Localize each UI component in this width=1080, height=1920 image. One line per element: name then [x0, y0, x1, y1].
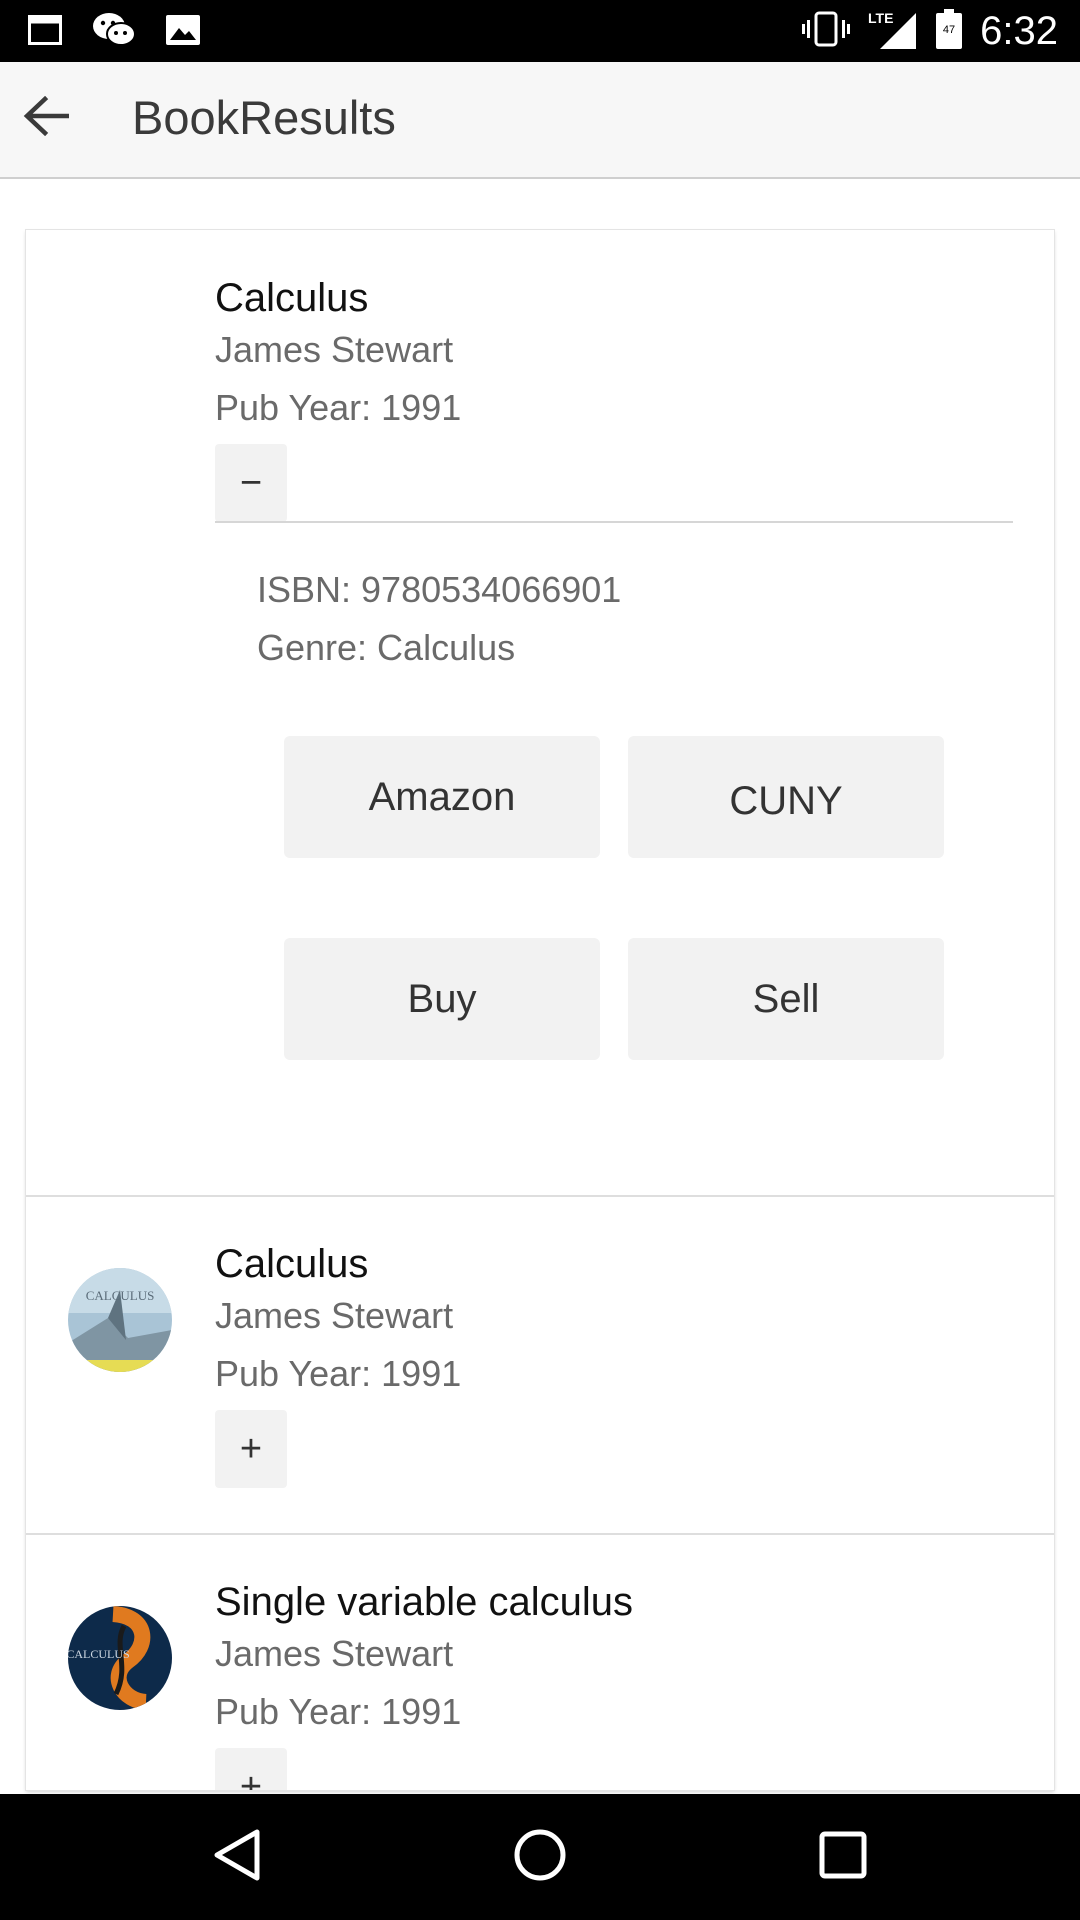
status-bar: LTE 47 6:32 — [0, 0, 1080, 62]
cover-title-text: CALCULUS — [68, 1647, 130, 1661]
book-isbn: ISBN: 9780534066901 — [257, 569, 622, 610]
nav-recents-button[interactable] — [813, 1827, 873, 1887]
list-item[interactable]: CALCULUS Single variable calculus James … — [26, 1535, 1054, 1790]
book-pub-year: Pub Year: 1991 — [215, 1691, 462, 1732]
book-title: Single variable calculus — [215, 1580, 634, 1624]
signal-icon: LTE — [868, 9, 918, 54]
plus-icon: + — [239, 1427, 263, 1470]
status-time: 6:32 — [980, 8, 1058, 53]
back-triangle-icon — [213, 1829, 261, 1886]
nav-home-button[interactable] — [510, 1827, 570, 1887]
divider — [215, 521, 1013, 523]
nav-back-button[interactable] — [207, 1827, 267, 1887]
back-button[interactable] — [16, 88, 76, 148]
plus-icon: + — [239, 1765, 263, 1791]
home-circle-icon — [513, 1828, 567, 1887]
app-bar: BookResults — [0, 62, 1080, 179]
arrow-left-icon — [23, 95, 70, 141]
book-title: Calculus — [215, 1242, 369, 1286]
book-author: James Stewart — [215, 329, 454, 370]
image-icon — [166, 15, 200, 50]
window-icon — [28, 15, 62, 50]
expand-button[interactable]: + — [215, 1748, 287, 1790]
book-author: James Stewart — [215, 1633, 454, 1674]
collapse-button[interactable]: − — [215, 444, 287, 522]
book-pub-year: Pub Year: 1991 — [215, 387, 462, 428]
recents-square-icon — [819, 1831, 867, 1884]
wechat-icon — [92, 12, 136, 53]
minus-icon: − — [239, 461, 263, 504]
navigation-bar — [0, 1794, 1080, 1920]
battery-level-label: 47 — [943, 24, 955, 36]
book-title: Calculus — [215, 276, 369, 320]
list-item[interactable]: Calculus James Stewart Pub Year: 1991 − … — [26, 230, 1054, 1195]
book-pub-year: Pub Year: 1991 — [215, 1353, 462, 1394]
results-list: Calculus James Stewart Pub Year: 1991 − … — [26, 230, 1054, 1790]
battery-icon: 47 — [936, 8, 963, 54]
cuny-button[interactable]: CUNY — [628, 736, 944, 858]
book-cover-thumbnail: CALCULUS — [68, 1606, 172, 1710]
book-cover-thumbnail: CALCULUS — [68, 1268, 172, 1372]
vibrate-icon — [802, 11, 851, 52]
cover-title-text: CALCULUS — [86, 1288, 155, 1303]
book-genre: Genre: Calculus — [257, 627, 516, 668]
buy-button[interactable]: Buy — [284, 938, 600, 1060]
book-author: James Stewart — [215, 1295, 454, 1336]
amazon-button[interactable]: Amazon — [284, 736, 600, 858]
sell-button[interactable]: Sell — [628, 938, 944, 1060]
page-title: BookResults — [132, 91, 396, 144]
network-type-label: LTE — [868, 10, 893, 26]
list-item[interactable]: CALCULUS Calculus James Stewart Pub Year… — [26, 1197, 1054, 1533]
expand-button[interactable]: + — [215, 1410, 287, 1488]
